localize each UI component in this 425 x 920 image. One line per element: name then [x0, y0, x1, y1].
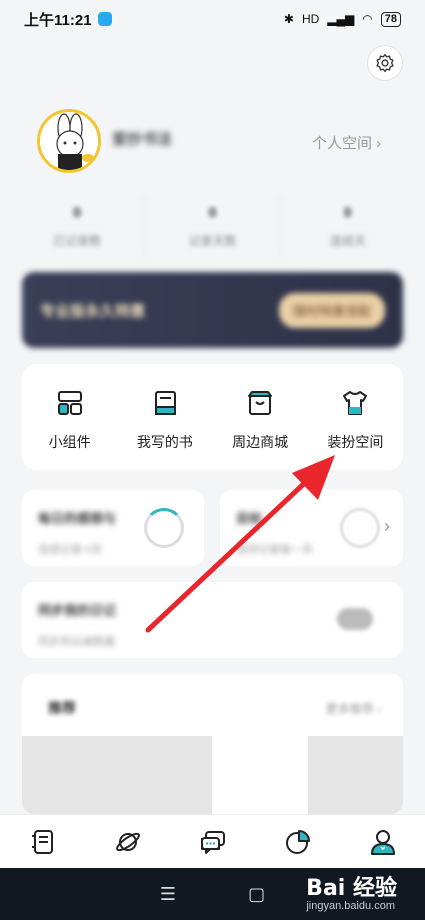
nav-discover[interactable]	[114, 828, 142, 856]
vip-banner-text: 专业版永久特惠	[40, 302, 146, 320]
shop-icon	[248, 391, 273, 415]
bluetooth-icon: ✱	[283, 12, 294, 26]
status-right: ✱ HD ▂▄▆ ◠ 78	[283, 11, 401, 27]
book-icon	[154, 391, 176, 415]
widget-icon	[57, 391, 82, 415]
avatar[interactable]	[37, 109, 101, 173]
stat-number: 0	[73, 204, 82, 220]
recommend-card: 推荐 更多推荐 ›	[22, 674, 403, 814]
stat-item[interactable]: 0 记录天数	[145, 196, 281, 256]
tool-label: 装扮空间	[327, 434, 384, 450]
stat-number: 0	[208, 204, 217, 220]
progress-ring-icon	[144, 508, 184, 548]
tool-label: 我写的书	[136, 434, 193, 450]
vip-claim-button[interactable]: 限时特惠领取	[278, 292, 385, 328]
habit-card[interactable]: 每日的感想与 连续记录 0天	[22, 490, 204, 566]
network-label: HD	[301, 12, 320, 26]
clock-icon	[340, 508, 380, 548]
personal-space-link[interactable]: 个人空间 ›	[312, 132, 381, 153]
status-left: 上午11:21	[24, 9, 112, 30]
gear-icon	[376, 54, 394, 73]
recommend-title: 推荐	[48, 700, 76, 716]
tools-card: 小组件 我写的书 周边商城 装扮空间	[22, 364, 403, 470]
signal-icon: ▂▄▆	[327, 12, 355, 26]
diary-card-subtitle: 同步到云端数据	[38, 636, 115, 648]
tool-shop[interactable]: 周边商城	[213, 364, 308, 470]
planet-icon	[115, 832, 140, 851]
stats-icon	[285, 829, 310, 854]
goal-card[interactable]: 目标 坚持记录每一天 ›	[220, 490, 403, 566]
tool-label: 小组件	[48, 434, 91, 450]
battery-indicator: 78	[380, 11, 401, 27]
profile-icon	[370, 829, 395, 855]
diary-card-title: 同步我的日记	[38, 603, 117, 618]
bunny-avatar-icon	[56, 113, 94, 170]
stats-row: 0 已记录数 0 记录天数 0 连续天	[10, 196, 415, 256]
app-notification-icon	[97, 12, 112, 26]
tool-my-books[interactable]: 我写的书	[117, 364, 212, 470]
bottom-nav	[0, 814, 425, 868]
recommend-more-link[interactable]: 更多推荐 ›	[326, 700, 381, 717]
recommend-thumbnail[interactable]	[22, 736, 212, 814]
tool-dress-up-space[interactable]: 装扮空间	[308, 364, 403, 470]
watermark-brand: Bai 经验	[306, 876, 397, 901]
tshirt-icon	[343, 391, 368, 415]
diary-sync-card[interactable]: 同步我的日记 同步到云端数据	[22, 582, 403, 658]
recommend-thumbnail[interactable]	[308, 736, 403, 814]
notebook-icon	[31, 829, 53, 854]
stat-item[interactable]: 0 已记录数	[10, 196, 146, 256]
stat-item[interactable]: 0 连续天	[281, 196, 415, 256]
tool-label: 周边商城	[232, 434, 289, 450]
settings-button[interactable]	[367, 45, 403, 81]
home-icon[interactable]: ▢	[248, 884, 265, 905]
stat-label: 连续天	[329, 234, 366, 248]
tool-widgets[interactable]: 小组件	[22, 364, 117, 470]
wifi-icon: ◠	[362, 12, 373, 26]
status-bar: 上午11:21 ✱ HD ▂▄▆ ◠ 78	[0, 0, 425, 38]
stat-number: 0	[343, 204, 352, 220]
watermark-url: jingyan.baidu.com	[306, 900, 395, 912]
nav-messages[interactable]	[199, 828, 227, 856]
username: 爱抄书法	[112, 131, 173, 148]
chevron-right-icon: ›	[384, 516, 390, 536]
vip-banner[interactable]: 专业版永久特惠 限时特惠领取	[22, 272, 403, 348]
stat-label: 已记录数	[53, 234, 102, 248]
stat-label: 记录天数	[188, 234, 237, 248]
nav-notebook[interactable]	[29, 828, 57, 856]
nav-profile[interactable]	[369, 828, 397, 856]
cloud-icon	[337, 608, 373, 630]
nav-stats[interactable]	[284, 828, 312, 856]
menu-icon[interactable]: ☰	[160, 884, 176, 905]
chat-icon	[200, 830, 225, 854]
status-time: 上午11:21	[24, 11, 92, 29]
